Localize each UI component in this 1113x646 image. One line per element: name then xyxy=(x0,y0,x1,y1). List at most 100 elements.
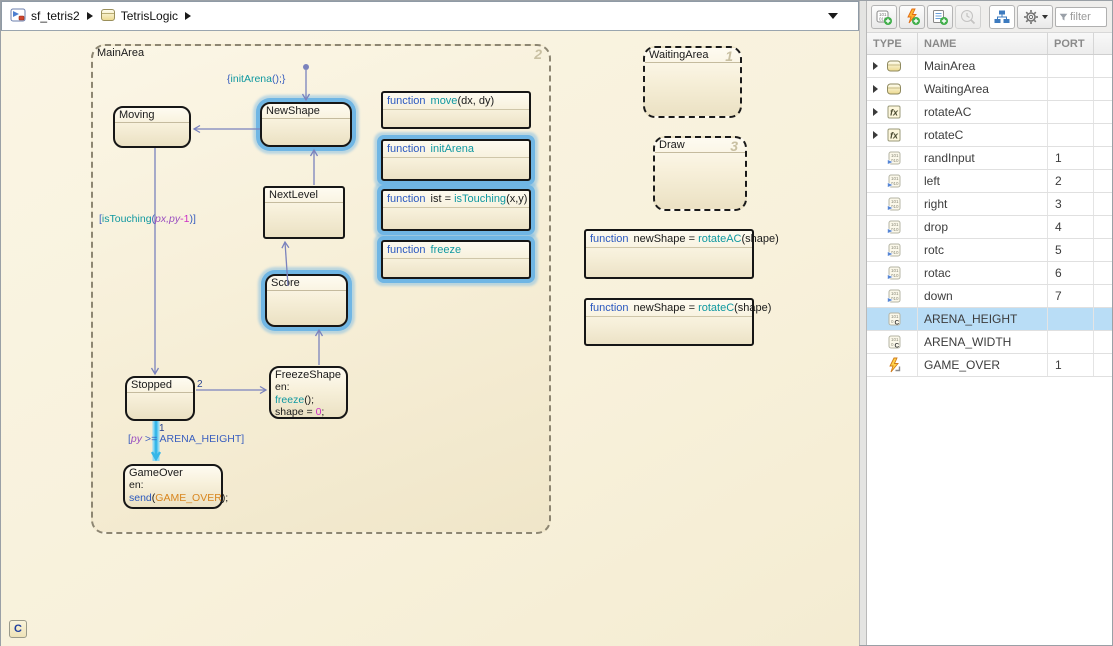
table-row[interactable]: drop4 xyxy=(867,216,1112,239)
type-cell xyxy=(867,170,918,192)
data-input-icon xyxy=(886,288,902,304)
expander-icon[interactable] xyxy=(873,85,878,93)
breadcrumb-arrow-icon[interactable] xyxy=(185,12,191,20)
column-header-type: TYPE xyxy=(867,33,918,54)
name-cell[interactable]: rotc xyxy=(918,239,1048,261)
chevron-down-icon[interactable] xyxy=(828,13,838,19)
name-cell[interactable]: down xyxy=(918,285,1048,307)
name-cell[interactable]: ARENA_HEIGHT xyxy=(918,308,1048,330)
name-cell[interactable]: rotac xyxy=(918,262,1048,284)
function-rotateac[interactable]: functionnewShape = rotateAC(shape) xyxy=(584,229,754,279)
table-row[interactable]: left2 xyxy=(867,170,1112,193)
state-icon xyxy=(886,58,902,74)
name-cell[interactable]: rotateC xyxy=(918,124,1048,146)
port-cell[interactable]: 7 xyxy=(1048,285,1094,307)
breadcrumb-item-model[interactable]: sf_tetris2 xyxy=(31,9,80,23)
state-nextlevel[interactable]: NextLevel xyxy=(263,186,345,239)
pane-divider[interactable] xyxy=(859,1,867,645)
table-row[interactable]: rotateC xyxy=(867,124,1112,147)
action-language-badge[interactable]: C xyxy=(9,620,27,638)
port-cell[interactable] xyxy=(1048,55,1094,77)
port-cell[interactable] xyxy=(1048,308,1094,330)
state-freezeshape[interactable]: FreezeShape en: freeze(); shape = 0; xyxy=(269,366,348,419)
state-moving[interactable]: Moving xyxy=(113,106,191,148)
settings-menu-button[interactable] xyxy=(1017,5,1053,29)
table-row[interactable]: rotac6 xyxy=(867,262,1112,285)
breadcrumb-arrow-icon[interactable] xyxy=(87,12,93,20)
table-row[interactable]: rotateAC xyxy=(867,101,1112,124)
filter-input[interactable] xyxy=(1070,11,1103,23)
type-cell xyxy=(867,354,918,376)
state-title: GameOver xyxy=(125,466,221,479)
symbols-pane: 101010 xyxy=(867,1,1112,645)
name-cell[interactable]: left xyxy=(918,170,1048,192)
expander-icon[interactable] xyxy=(873,108,878,116)
expander-icon[interactable] xyxy=(873,131,878,139)
port-cell[interactable]: 6 xyxy=(1048,262,1094,284)
name-cell[interactable]: MainArea xyxy=(918,55,1048,77)
state-icon xyxy=(886,81,902,97)
table-row[interactable]: randInput1 xyxy=(867,147,1112,170)
type-cell xyxy=(867,147,918,169)
type-cell xyxy=(867,331,918,353)
view-hierarchy-button[interactable] xyxy=(989,5,1015,29)
function-move[interactable]: functionmove(dx, dy) xyxy=(381,91,531,129)
stateflow-editor-window: sf_tetris2 TetrisLogic MainArea 2 Waitin… xyxy=(0,0,1113,646)
chevron-down-icon xyxy=(1042,15,1048,19)
function-initarena[interactable]: functioninitArena xyxy=(381,139,531,181)
state-stopped[interactable]: Stopped xyxy=(125,376,195,421)
state-newshape[interactable]: NewShape xyxy=(260,102,352,147)
port-cell[interactable]: 2 xyxy=(1048,170,1094,192)
execution-order-badge: 2 xyxy=(534,46,542,62)
chart-canvas[interactable]: MainArea 2 WaitingArea 1 Draw 3 Moving N… xyxy=(1,31,859,646)
name-cell[interactable]: WaitingArea xyxy=(918,78,1048,100)
symbols-toolbar: 101010 xyxy=(867,1,1112,33)
port-cell[interactable]: 5 xyxy=(1048,239,1094,261)
port-cell[interactable]: 1 xyxy=(1048,354,1094,376)
port-cell[interactable] xyxy=(1048,101,1094,123)
name-cell[interactable]: GAME_OVER xyxy=(918,354,1048,376)
state-gameover[interactable]: GameOver en: send(GAME_OVER); xyxy=(123,464,223,509)
table-row[interactable]: right3 xyxy=(867,193,1112,216)
execution-order-badge: 3 xyxy=(730,138,738,154)
name-cell[interactable]: right xyxy=(918,193,1048,215)
function-rotatec[interactable]: functionnewShape = rotateC(shape) xyxy=(584,298,754,346)
table-row[interactable]: ARENA_WIDTH xyxy=(867,331,1112,354)
table-row[interactable]: down7 xyxy=(867,285,1112,308)
expander-icon[interactable] xyxy=(873,62,878,70)
function-signature: functioninitArena xyxy=(383,141,529,158)
state-title: MainArea xyxy=(93,46,549,59)
table-row[interactable]: MainArea xyxy=(867,55,1112,78)
port-cell[interactable] xyxy=(1048,78,1094,100)
data-input-icon xyxy=(886,219,902,235)
port-cell[interactable]: 3 xyxy=(1048,193,1094,215)
function-istouching[interactable]: functionist = isTouching(x,y) xyxy=(381,189,531,231)
execution-order-badge: 1 xyxy=(725,48,733,64)
add-event-button[interactable] xyxy=(899,5,925,29)
port-cell[interactable]: 4 xyxy=(1048,216,1094,238)
state-actions: en: send(GAME_OVER); xyxy=(125,479,221,504)
state-score[interactable]: Score xyxy=(265,274,348,327)
state-title: NewShape xyxy=(262,104,350,119)
breadcrumb-item-chart[interactable]: TetrisLogic xyxy=(121,9,178,23)
table-row[interactable]: WaitingArea xyxy=(867,78,1112,101)
name-cell[interactable]: rotateAC xyxy=(918,101,1048,123)
state-draw[interactable]: Draw 3 xyxy=(653,136,747,211)
name-cell[interactable]: drop xyxy=(918,216,1048,238)
spacer-cell xyxy=(1094,78,1112,100)
trace-selection-button[interactable] xyxy=(955,5,981,29)
function-freeze[interactable]: functionfreeze xyxy=(381,240,531,279)
port-cell[interactable] xyxy=(1048,331,1094,353)
port-cell[interactable] xyxy=(1048,124,1094,146)
table-row[interactable]: GAME_OVER1 xyxy=(867,354,1112,377)
state-title: FreezeShape xyxy=(271,368,346,381)
data-input-icon xyxy=(886,173,902,189)
table-row[interactable]: rotc5 xyxy=(867,239,1112,262)
table-row[interactable]: ARENA_HEIGHT xyxy=(867,308,1112,331)
name-cell[interactable]: ARENA_WIDTH xyxy=(918,331,1048,353)
add-message-button[interactable] xyxy=(927,5,953,29)
state-waitingarea[interactable]: WaitingArea 1 xyxy=(643,46,742,118)
port-cell[interactable]: 1 xyxy=(1048,147,1094,169)
add-data-button[interactable]: 101010 xyxy=(871,5,897,29)
name-cell[interactable]: randInput xyxy=(918,147,1048,169)
